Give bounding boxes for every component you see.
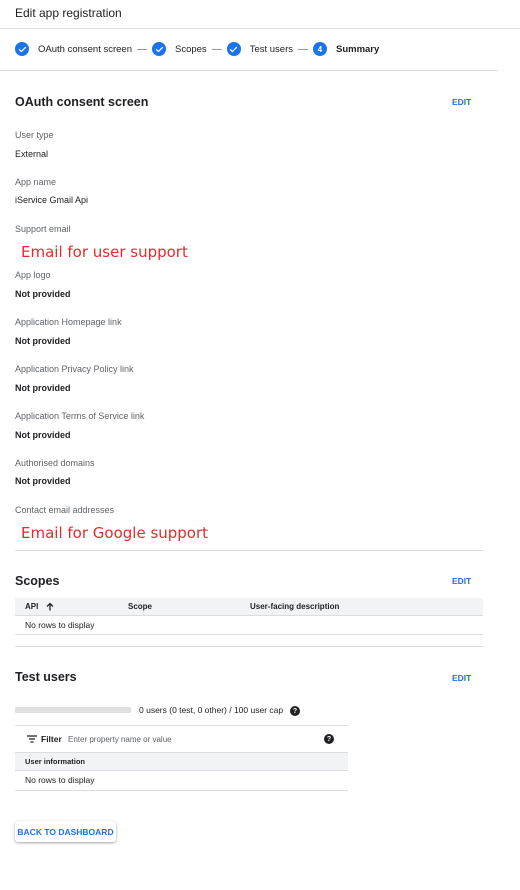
- top-bar: Edit app registration: [0, 0, 520, 29]
- test-users-table: Filter ? User information No rows to dis…: [15, 725, 348, 791]
- user-cap-progress-bar: [15, 707, 131, 713]
- step-oauth-consent[interactable]: OAuth consent screen: [15, 42, 132, 56]
- scopes-table-header: API Scope User-facing description: [15, 598, 483, 616]
- filter-label: Filter: [41, 734, 62, 744]
- field-value-app-name: iService Gmail Api: [15, 195, 89, 205]
- step-label: Test users: [249, 43, 293, 55]
- field-value-homepage: Not provided: [15, 336, 71, 346]
- empty-row: No rows to display: [15, 771, 348, 791]
- field-value-domains: Not provided: [15, 476, 71, 486]
- scopes-edit-link[interactable]: EDIT: [452, 576, 471, 586]
- field-label-privacy: Application Privacy Policy link: [15, 364, 134, 374]
- arrow-up-icon: [46, 602, 54, 611]
- column-label: API: [25, 602, 39, 611]
- field-label-contact-email: Contact email addresses: [15, 505, 115, 515]
- step-number: 4: [317, 44, 323, 54]
- field-value-privacy: Not provided: [15, 383, 71, 393]
- step-label: Summary: [335, 43, 380, 55]
- field-value-terms: Not provided: [15, 430, 71, 440]
- contact-email-annotation: Email for Google support: [21, 524, 209, 542]
- filter-bar: Filter ?: [15, 726, 348, 753]
- field-label-user-type: User type: [15, 130, 54, 140]
- field-value-app-logo: Not provided: [15, 289, 71, 299]
- filter-input[interactable]: [68, 732, 308, 746]
- stepper: OAuth consent screen — Scopes — Test use…: [15, 41, 379, 57]
- field-label-terms: Application Terms of Service link: [15, 411, 145, 421]
- field-label-app-name: App name: [15, 177, 57, 187]
- oauth-section-title: OAuth consent screen: [15, 95, 149, 109]
- oauth-edit-link[interactable]: EDIT: [452, 97, 471, 107]
- step-label: Scopes: [175, 43, 207, 55]
- field-label-app-logo: App logo: [15, 270, 51, 280]
- step-test-users[interactable]: Test users: [226, 42, 293, 56]
- step-separator: —: [137, 43, 147, 55]
- help-icon[interactable]: ?: [290, 706, 300, 716]
- field-label-homepage: Application Homepage link: [15, 317, 122, 327]
- check-icon: [15, 42, 29, 56]
- field-label-support-email: Support email: [15, 224, 71, 234]
- test-users-section-title: Test users: [15, 670, 77, 684]
- help-icon[interactable]: ?: [324, 734, 334, 744]
- scopes-section-title: Scopes: [15, 574, 60, 588]
- step-label: OAuth consent screen: [38, 43, 132, 55]
- step-summary[interactable]: 4 Summary: [312, 42, 380, 56]
- test-users-edit-link[interactable]: EDIT: [452, 673, 471, 683]
- stepper-divider: [0, 70, 498, 71]
- support-email-annotation: Email for user support: [21, 243, 188, 261]
- step-scopes[interactable]: Scopes: [152, 42, 207, 56]
- check-icon: [226, 42, 241, 56]
- field-label-domains: Authorised domains: [15, 458, 95, 468]
- section-divider: [15, 646, 483, 647]
- step-number-badge: 4: [312, 42, 327, 56]
- scopes-table: API Scope User-facing description No row…: [15, 598, 483, 635]
- empty-row: No rows to display: [15, 616, 483, 635]
- step-separator: —: [297, 43, 308, 55]
- column-header-description[interactable]: User-facing description: [250, 602, 339, 611]
- column-header-user-information[interactable]: User information: [15, 753, 348, 771]
- page-title: Edit app registration: [15, 6, 122, 20]
- field-value-user-type: External: [15, 149, 49, 159]
- check-icon: [152, 42, 166, 56]
- section-divider: [15, 550, 483, 551]
- column-header-scope[interactable]: Scope: [128, 602, 152, 611]
- filter-icon[interactable]: [27, 735, 37, 743]
- column-header-api[interactable]: API: [25, 602, 54, 611]
- step-separator: —: [211, 43, 222, 55]
- user-cap-text: 0 users (0 test, 0 other) / 100 user cap: [139, 705, 284, 715]
- back-to-dashboard-button[interactable]: BACK TO DASHBOARD: [15, 821, 116, 842]
